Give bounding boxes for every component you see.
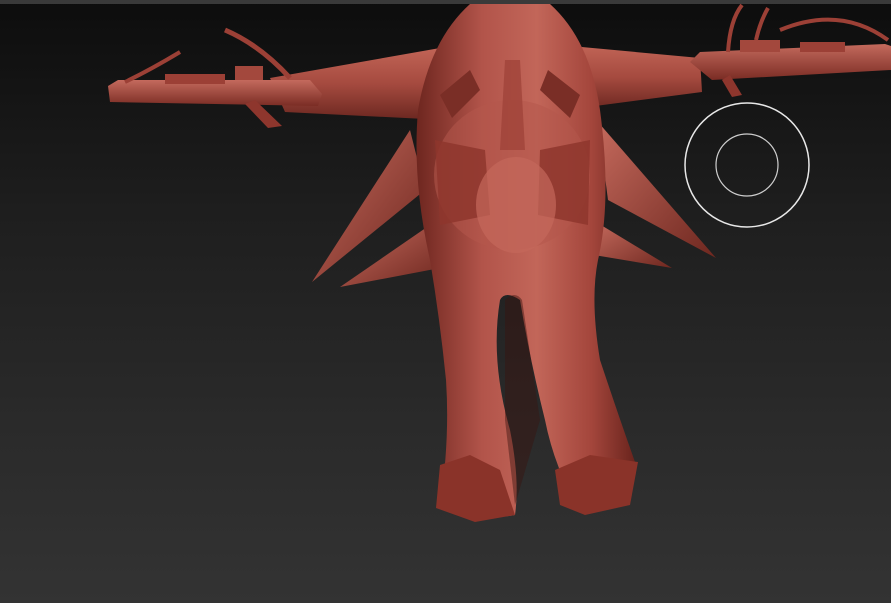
- right-rifle: [690, 3, 891, 97]
- right-lower-spike: [594, 222, 672, 268]
- sculpt-viewport[interactable]: [0, 0, 891, 603]
- belly: [476, 157, 556, 253]
- red-wax-sculpt-model[interactable]: [0, 0, 891, 603]
- brush-cursor-icon: [684, 102, 810, 228]
